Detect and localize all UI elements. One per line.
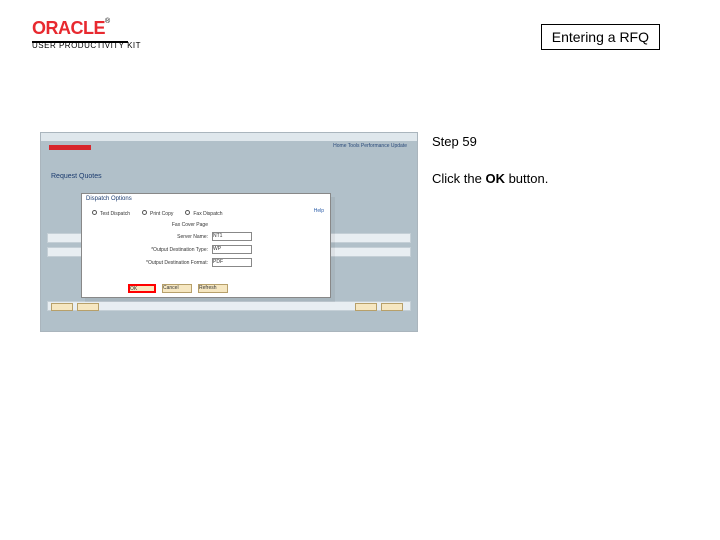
shot-radio-fax-dispatch: Fax Dispatch [185, 210, 222, 217]
shot-ok-button-highlighted: OK [128, 284, 156, 293]
shot-row-fax-cover: Fax Cover Page [122, 222, 252, 228]
shot-row-server-name: Server Name: NT1 [122, 232, 252, 241]
shot-refresh-button: Refresh [198, 284, 228, 293]
document-title: Entering a RFQ [541, 24, 660, 50]
step-instructions: Step 59 Click the OK button. [432, 132, 660, 332]
shot-browser-bar [41, 133, 417, 141]
step-text: Click the OK button. [432, 171, 660, 186]
shot-row-output-type: *Output Destination Type: WP [122, 245, 252, 254]
step-number: Step 59 [432, 134, 660, 149]
logo-product-text: USER PRODUCTIVITY KIT [32, 41, 141, 50]
logo-brand-text: ORACLE [32, 18, 105, 38]
oracle-upk-logo: ORACLE® USER PRODUCTIVITY KIT [32, 18, 141, 50]
shot-row-output-format: *Output Destination Format: PDF [122, 258, 252, 267]
shot-small-button [77, 303, 99, 311]
content-area: Home Tools Performance Update Request Qu… [40, 132, 660, 332]
shot-cancel-button: Cancel [162, 284, 192, 293]
shot-popup-help-link: Help [314, 208, 324, 214]
shot-small-button [51, 303, 73, 311]
shot-radio-test-dispatch: Test Dispatch [92, 210, 130, 217]
shot-radio-print-copy: Print Copy [142, 210, 173, 217]
step-text-suffix: button. [505, 171, 548, 186]
screenshot-thumbnail: Home Tools Performance Update Request Qu… [40, 132, 418, 332]
shot-popup-title: Dispatch Options [82, 194, 330, 204]
shot-small-button [355, 303, 377, 311]
shot-field-output-type: WP [212, 245, 252, 254]
shot-page-title: Request Quotes [51, 173, 102, 180]
shot-small-button [381, 303, 403, 311]
shot-oracle-logo [49, 145, 91, 150]
step-text-bold: OK [485, 171, 505, 186]
shot-field-server: NT1 [212, 232, 252, 241]
shot-field-output-format: PDF [212, 258, 252, 267]
shot-nav-links: Home Tools Performance Update [333, 143, 407, 149]
step-text-prefix: Click the [432, 171, 485, 186]
logo-trademark: ® [105, 18, 110, 25]
shot-popup-dispatch-options: Dispatch Options Help Test Dispatch Prin… [81, 193, 331, 298]
